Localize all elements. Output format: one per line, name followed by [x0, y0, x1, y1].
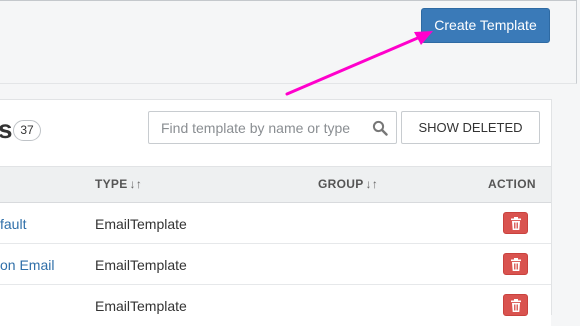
- template-type: EmailTemplate: [95, 257, 187, 273]
- table-row: on Email EmailTemplate: [0, 244, 551, 285]
- template-name-link[interactable]: fault: [0, 216, 26, 232]
- sort-icon[interactable]: ↓↑: [366, 177, 379, 191]
- table-row: EmailTemplate: [0, 285, 551, 326]
- trash-icon: [511, 299, 521, 312]
- table-row: fault EmailTemplate: [0, 203, 551, 244]
- templates-panel: s 37 SHOW DELETED TYPE↓↑ GROUP↓↑ ACTION …: [0, 99, 552, 326]
- template-count-badge: 37: [13, 120, 41, 141]
- create-template-button[interactable]: Create Template: [421, 8, 550, 43]
- delete-button[interactable]: [503, 294, 528, 316]
- column-header-type[interactable]: TYPE ↓↑: [95, 177, 142, 191]
- column-header-group-label: GROUP: [318, 177, 364, 191]
- table-header: TYPE ↓↑ GROUP ↓↑ ACTION: [0, 166, 551, 203]
- search-input[interactable]: [149, 112, 367, 143]
- sort-icon[interactable]: ↓↑: [130, 177, 143, 191]
- show-deleted-button[interactable]: SHOW DELETED: [401, 111, 540, 144]
- trash-icon: [511, 258, 521, 271]
- panel-title: s: [0, 114, 13, 144]
- template-name-link[interactable]: on Email: [0, 257, 54, 273]
- trash-icon: [511, 217, 521, 230]
- template-type: EmailTemplate: [95, 216, 187, 232]
- delete-button[interactable]: [503, 253, 528, 275]
- column-header-action: ACTION: [488, 177, 536, 191]
- toolbar-divider: [0, 0, 577, 1]
- column-header-group[interactable]: GROUP ↓↑: [318, 177, 378, 191]
- search-box: [148, 111, 397, 144]
- top-toolbar: Create Template: [0, 0, 577, 84]
- column-header-type-label: TYPE: [95, 177, 128, 191]
- search-icon[interactable]: [372, 120, 388, 136]
- delete-button[interactable]: [503, 212, 528, 234]
- template-type: EmailTemplate: [95, 298, 187, 314]
